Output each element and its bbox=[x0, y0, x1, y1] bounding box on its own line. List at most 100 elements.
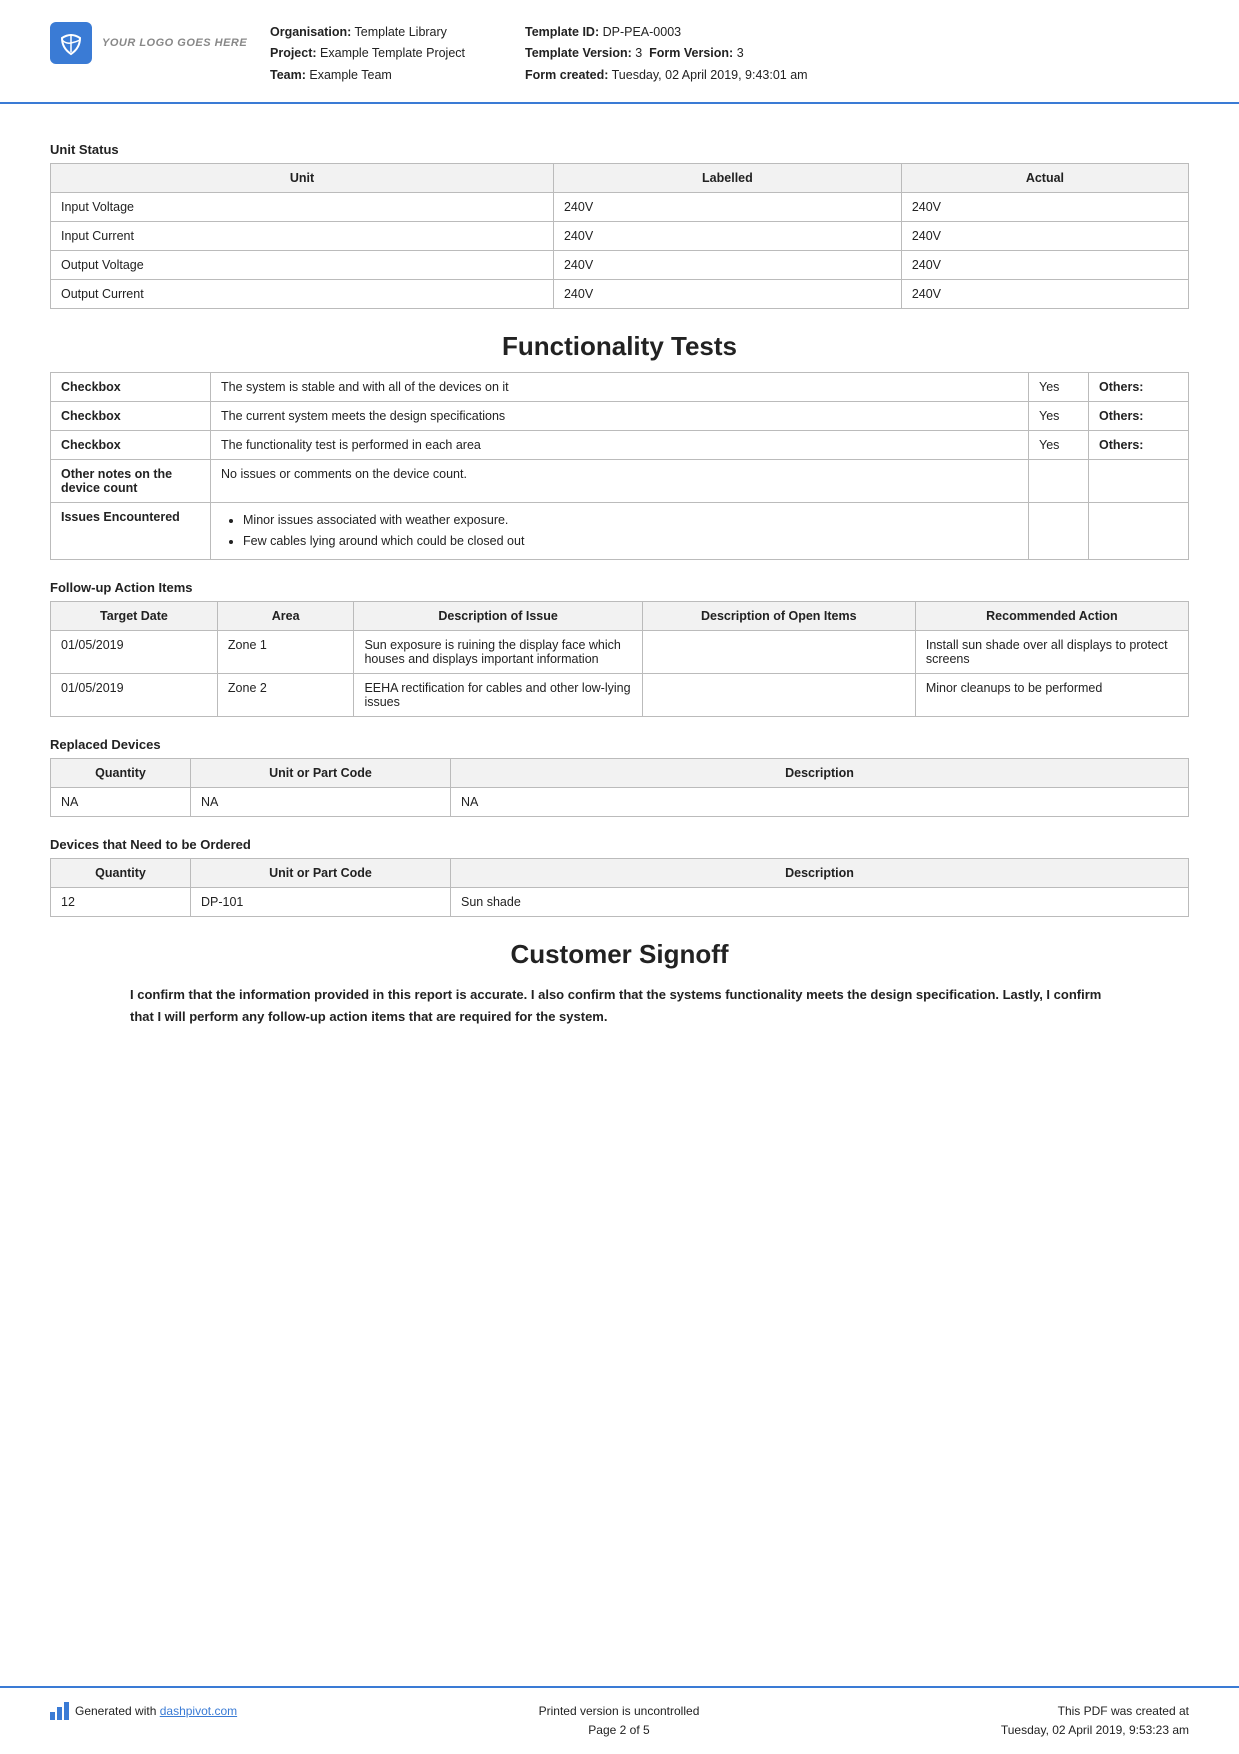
table-cell: 240V bbox=[553, 192, 901, 221]
func-value: Yes bbox=[1029, 430, 1089, 459]
table-cell: Input Voltage bbox=[51, 192, 554, 221]
func-description: Minor issues associated with weather exp… bbox=[211, 502, 1029, 560]
table-cell: 240V bbox=[901, 221, 1188, 250]
footer: Generated with dashpivot.com Printed ver… bbox=[0, 1686, 1239, 1754]
team-label: Team: bbox=[270, 68, 306, 82]
func-test-row: Other notes on the device countNo issues… bbox=[51, 459, 1189, 502]
table-row: Input Current240V240V bbox=[51, 221, 1189, 250]
followup-cell: 01/05/2019 bbox=[51, 674, 218, 717]
func-label: Issues Encountered bbox=[51, 502, 211, 560]
footer-center: Printed version is uncontrolled Page 2 o… bbox=[539, 1702, 700, 1740]
func-label: Checkbox bbox=[51, 372, 211, 401]
functionality-heading: Functionality Tests bbox=[50, 331, 1189, 362]
table-cell: Input Current bbox=[51, 221, 554, 250]
order-col-header: Quantity bbox=[51, 859, 191, 888]
func-value: Yes bbox=[1029, 401, 1089, 430]
logo-icon bbox=[50, 22, 92, 64]
replaced-col-header: Unit or Part Code bbox=[191, 759, 451, 788]
followup-row: 01/05/2019Zone 2EEHA rectification for c… bbox=[51, 674, 1189, 717]
func-others: Others: bbox=[1089, 372, 1189, 401]
followup-cell: Sun exposure is ruining the display face… bbox=[354, 631, 642, 674]
footer-right-line2: Tuesday, 02 April 2019, 9:53:23 am bbox=[1001, 1721, 1189, 1740]
template-version-value: 3 bbox=[635, 46, 642, 60]
table-cell: 240V bbox=[901, 279, 1188, 308]
header-col-right: Template ID: DP-PEA-0003 Template Versio… bbox=[525, 22, 808, 86]
table-row: Output Current240V240V bbox=[51, 279, 1189, 308]
followup-cell: Zone 1 bbox=[217, 631, 354, 674]
func-description: The current system meets the design spec… bbox=[211, 401, 1029, 430]
replaced-cell: NA bbox=[51, 788, 191, 817]
func-test-row: Issues EncounteredMinor issues associate… bbox=[51, 502, 1189, 560]
func-others bbox=[1089, 459, 1189, 502]
team-value: Example Team bbox=[309, 68, 391, 82]
followup-cell: Minor cleanups to be performed bbox=[915, 674, 1188, 717]
form-version-label: Form Version: bbox=[649, 46, 733, 60]
func-test-row: CheckboxThe functionality test is perfor… bbox=[51, 430, 1189, 459]
followup-col-header: Description of Open Items bbox=[642, 602, 915, 631]
logo-box: YOUR LOGO GOES HERE bbox=[50, 22, 250, 64]
actual-col-header: Actual bbox=[901, 163, 1188, 192]
functionality-tests-table: CheckboxThe system is stable and with al… bbox=[50, 372, 1189, 561]
table-cell: 240V bbox=[901, 250, 1188, 279]
func-label: Checkbox bbox=[51, 401, 211, 430]
followup-cell: 01/05/2019 bbox=[51, 631, 218, 674]
project-value: Example Template Project bbox=[320, 46, 465, 60]
replaced-col-header: Description bbox=[451, 759, 1189, 788]
table-cell: 240V bbox=[553, 221, 901, 250]
func-test-row: CheckboxThe system is stable and with al… bbox=[51, 372, 1189, 401]
followup-cell: Zone 2 bbox=[217, 674, 354, 717]
func-value: Yes bbox=[1029, 372, 1089, 401]
followup-cell: EEHA rectification for cables and other … bbox=[354, 674, 642, 717]
replaced-col-header: Quantity bbox=[51, 759, 191, 788]
replaced-row: NANANA bbox=[51, 788, 1189, 817]
func-label: Other notes on the device count bbox=[51, 459, 211, 502]
template-id-value: DP-PEA-0003 bbox=[603, 25, 682, 39]
order-cell: Sun shade bbox=[451, 888, 1189, 917]
footer-left: Generated with dashpivot.com bbox=[50, 1702, 237, 1720]
order-col-header: Description bbox=[451, 859, 1189, 888]
table-row: Input Voltage240V240V bbox=[51, 192, 1189, 221]
org-value: Template Library bbox=[355, 25, 447, 39]
followup-col-header: Description of Issue bbox=[354, 602, 642, 631]
unit-status-title: Unit Status bbox=[50, 142, 1189, 157]
table-cell: 240V bbox=[901, 192, 1188, 221]
followup-cell: Install sun shade over all displays to p… bbox=[915, 631, 1188, 674]
page: YOUR LOGO GOES HERE Organisation: Templa… bbox=[0, 0, 1239, 1754]
template-id-label: Template ID: bbox=[525, 25, 599, 39]
footer-logo: Generated with dashpivot.com bbox=[50, 1702, 237, 1720]
devices-to-order-title: Devices that Need to be Ordered bbox=[50, 837, 1189, 852]
func-others: Others: bbox=[1089, 401, 1189, 430]
func-description: No issues or comments on the device coun… bbox=[211, 459, 1029, 502]
followup-table: Target DateAreaDescription of IssueDescr… bbox=[50, 601, 1189, 717]
unit-status-table: Unit Labelled Actual Input Voltage240V24… bbox=[50, 163, 1189, 309]
func-test-row: CheckboxThe current system meets the des… bbox=[51, 401, 1189, 430]
signoff-text: I confirm that the information provided … bbox=[130, 984, 1109, 1028]
followup-col-header: Area bbox=[217, 602, 354, 631]
brand-link[interactable]: dashpivot.com bbox=[160, 1704, 237, 1718]
form-version-value: 3 bbox=[737, 46, 744, 60]
footer-right-line1: This PDF was created at bbox=[1001, 1702, 1189, 1721]
footer-brand: Generated with dashpivot.com bbox=[75, 1704, 237, 1718]
func-description: The system is stable and with all of the… bbox=[211, 372, 1029, 401]
followup-row: 01/05/2019Zone 1Sun exposure is ruining … bbox=[51, 631, 1189, 674]
main-content: Unit Status Unit Labelled Actual Input V… bbox=[0, 104, 1239, 1686]
header-col-left: Organisation: Template Library Project: … bbox=[270, 22, 465, 86]
order-col-header: Unit or Part Code bbox=[191, 859, 451, 888]
followup-title: Follow-up Action Items bbox=[50, 580, 1189, 595]
table-cell: 240V bbox=[553, 250, 901, 279]
replaced-devices-title: Replaced Devices bbox=[50, 737, 1189, 752]
org-label: Organisation: bbox=[270, 25, 351, 39]
followup-col-header: Recommended Action bbox=[915, 602, 1188, 631]
func-others bbox=[1089, 502, 1189, 560]
func-description: The functionality test is performed in e… bbox=[211, 430, 1029, 459]
func-value bbox=[1029, 459, 1089, 502]
footer-right: This PDF was created at Tuesday, 02 Apri… bbox=[1001, 1702, 1189, 1740]
header: YOUR LOGO GOES HERE Organisation: Templa… bbox=[0, 0, 1239, 104]
signoff-heading: Customer Signoff bbox=[50, 939, 1189, 970]
replaced-devices-table: QuantityUnit or Part CodeDescription NAN… bbox=[50, 758, 1189, 817]
labelled-col-header: Labelled bbox=[553, 163, 901, 192]
header-meta: Organisation: Template Library Project: … bbox=[270, 22, 1189, 86]
followup-cell bbox=[642, 631, 915, 674]
replaced-cell: NA bbox=[191, 788, 451, 817]
func-others: Others: bbox=[1089, 430, 1189, 459]
